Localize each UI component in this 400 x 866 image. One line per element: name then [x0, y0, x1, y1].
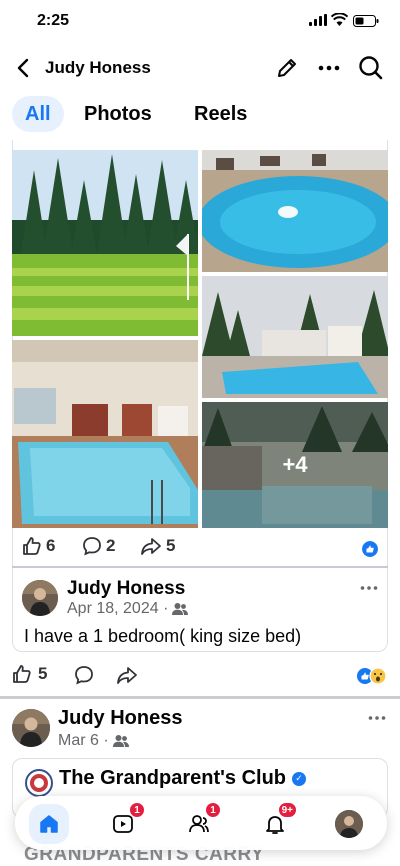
author-name[interactable]: Judy Honess	[58, 707, 182, 730]
friends-audience-icon	[112, 735, 129, 747]
like-count: 5	[38, 664, 48, 683]
more-options-icon[interactable]	[318, 56, 340, 80]
share-icon[interactable]	[116, 665, 138, 685]
feed-divider	[0, 696, 400, 699]
group-name[interactable]: The Grandparent's Club ✓	[59, 767, 307, 790]
post-date: Mar 6 ·	[58, 732, 109, 749]
hot-tub-photo[interactable]: +4	[202, 402, 388, 528]
share-icon	[141, 538, 161, 555]
post-date: Apr 18, 2024 ·	[67, 600, 169, 617]
more-photos-overlay[interactable]: +4	[202, 402, 388, 528]
comment-icon[interactable]	[74, 665, 94, 685]
shared-post-header: Judy Honess Apr 18, 2024 ·	[22, 578, 382, 618]
video-badge: 1	[129, 802, 145, 818]
outdoor-pool-photo[interactable]	[202, 150, 388, 272]
back-arrow-icon[interactable]	[14, 56, 34, 80]
wifi-icon	[331, 13, 348, 26]
more-options-icon[interactable]	[368, 714, 386, 722]
comment-icon	[83, 537, 101, 556]
indoor-pool-photo[interactable]	[12, 340, 198, 528]
post-header: Judy Honess Mar 6 ·	[12, 706, 388, 756]
thumbs-up-icon	[23, 537, 41, 555]
search-icon[interactable]	[358, 54, 384, 82]
post-reactions-bar: 5	[12, 664, 388, 688]
like-button[interactable]: 5	[12, 664, 47, 684]
page-title: Judy Honess	[45, 58, 151, 77]
signal-icon	[309, 14, 327, 26]
friends-audience-icon	[172, 603, 189, 615]
status-bar: 2:25	[0, 0, 400, 44]
post-meta: Apr 18, 2024 ·	[67, 600, 189, 618]
share-button[interactable]: 5	[140, 536, 175, 556]
like-reaction-icon	[362, 541, 378, 557]
like-button[interactable]: 6	[22, 536, 55, 556]
home-tab[interactable]	[29, 804, 69, 844]
profile-avatar	[335, 810, 363, 838]
profile-header: Judy Honess	[0, 48, 400, 88]
status-time: 2:25	[37, 12, 70, 29]
battery-icon	[353, 15, 379, 27]
group-name-label: The Grandparent's Club	[59, 767, 287, 789]
photo-grid: +4	[12, 150, 388, 528]
notifications-tab[interactable]: 9+	[255, 802, 297, 844]
resort-pool-photo[interactable]	[202, 276, 388, 398]
avatar[interactable]	[22, 580, 58, 616]
avatar[interactable]	[12, 709, 50, 747]
pencil-icon[interactable]	[275, 56, 299, 80]
home-icon	[40, 815, 58, 833]
thumbs-up-icon	[13, 665, 31, 683]
tab-all[interactable]: All	[12, 96, 64, 132]
tab-reels[interactable]: Reels	[194, 96, 247, 132]
group-logo-icon	[25, 769, 53, 797]
like-count: 6	[46, 536, 56, 555]
divider	[12, 566, 388, 568]
author-name[interactable]: Judy Honess	[67, 578, 185, 600]
friends-tab[interactable]: 1	[179, 802, 221, 844]
bottom-nav: 1 1 9+	[15, 796, 387, 850]
golf-course-photo[interactable]	[12, 150, 198, 336]
profile-tab[interactable]	[329, 804, 369, 844]
comment-count: 2	[106, 536, 116, 555]
friends-badge: 1	[205, 802, 221, 818]
tab-photos[interactable]: Photos	[84, 96, 152, 132]
more-options-icon[interactable]	[360, 584, 378, 592]
share-count: 5	[166, 536, 176, 555]
post-reactions-bar: 6 2 5	[12, 536, 388, 560]
shared-post-text: I have a 1 bedroom( king size bed)	[24, 626, 302, 646]
reaction-summary-icon[interactable]	[356, 667, 388, 685]
comment-button[interactable]: 2	[82, 536, 115, 556]
video-tab[interactable]: 1	[103, 802, 145, 844]
post-meta: Mar 6 ·	[58, 732, 129, 750]
verified-badge-icon: ✓	[292, 771, 307, 786]
notifications-badge: 9+	[277, 802, 297, 818]
